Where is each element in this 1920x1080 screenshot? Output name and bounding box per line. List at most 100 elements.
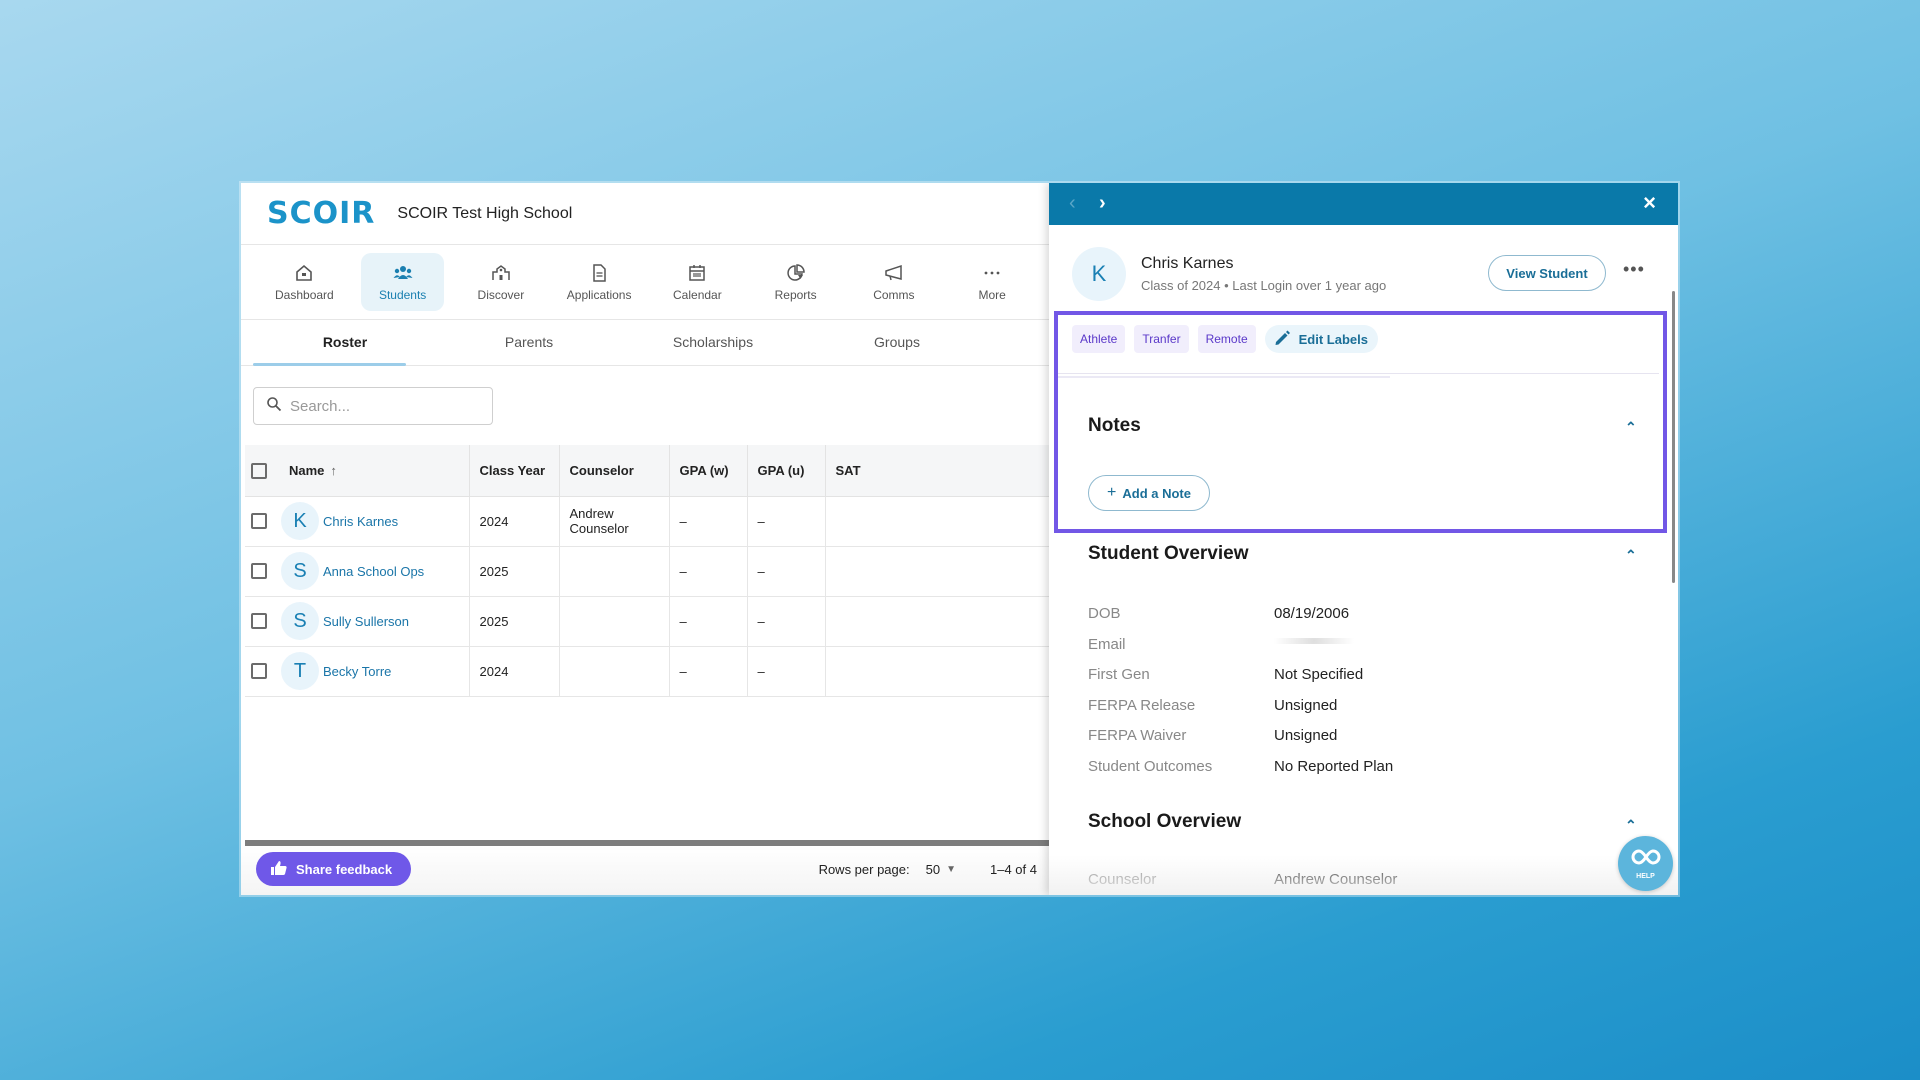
page-range: 1–4 of 4 — [990, 862, 1037, 877]
chevron-left-icon[interactable]: ‹ — [1069, 192, 1076, 215]
gpa-u-cell: – — [747, 646, 826, 697]
search-input[interactable] — [290, 397, 480, 415]
home-icon — [294, 262, 314, 284]
active-tab-indicator — [253, 363, 406, 366]
nav-label: More — [978, 288, 1006, 302]
gpa-u-cell: – — [747, 546, 826, 597]
vertical-scrollbar[interactable] — [1672, 291, 1675, 583]
student-avatar: K — [1072, 247, 1126, 301]
rows-per-page-select[interactable]: 50 — [926, 862, 940, 877]
avatar: K — [281, 502, 319, 540]
main-nav: Dashboard Students Discover Applications — [241, 245, 1049, 320]
nav-comms[interactable]: Comms — [853, 253, 936, 311]
column-header-sat[interactable]: SAT — [825, 445, 1049, 497]
scoir-logo[interactable]: SCOIR — [267, 196, 375, 231]
column-header-counselor[interactable]: Counselor — [559, 445, 670, 497]
column-header-gpa-u[interactable]: GPA (u) — [747, 445, 826, 497]
select-all-checkbox[interactable] — [251, 462, 267, 479]
counselor-cell — [559, 646, 670, 697]
sat-cell — [825, 646, 1049, 697]
row-checkbox[interactable] — [251, 663, 267, 680]
megaphone-icon — [884, 262, 904, 284]
field-row: FERPA Waiver Unsigned — [1088, 727, 1338, 744]
email-value-redacted — [1274, 638, 1354, 644]
class-year-cell: 2025 — [469, 596, 560, 647]
chevron-up-icon[interactable]: ⌃ — [1625, 817, 1637, 834]
roster-table: Name ↑ Class Year Counselor GPA (w) GPA (… — [245, 445, 1049, 697]
field-row: FERPA Release Unsigned — [1088, 697, 1338, 714]
nav-more[interactable]: More — [951, 253, 1034, 311]
row-checkbox[interactable] — [251, 613, 267, 630]
table-row[interactable]: S Sully Sullerson 2025 – – — [245, 596, 1049, 647]
column-header-name[interactable]: Name ↑ — [279, 445, 470, 497]
main-panel: SCOIR SCOIR Test High School Dashboard S… — [241, 183, 1049, 895]
school-overview-title: School Overview — [1088, 811, 1242, 832]
table-header-row: Name ↑ Class Year Counselor GPA (w) GPA (… — [245, 445, 1049, 497]
nav-label: Comms — [873, 288, 915, 302]
thumbs-up-icon — [270, 859, 296, 880]
nav-label: Applications — [566, 288, 632, 302]
nav-discover[interactable]: Discover — [460, 253, 543, 311]
nav-reports[interactable]: Reports — [754, 253, 837, 311]
gpa-u-cell: – — [747, 496, 826, 547]
student-name-link[interactable]: Anna School Ops — [323, 564, 424, 579]
table-row[interactable]: K Chris Karnes 2024 Andrew Counselor – – — [245, 496, 1049, 547]
tab-roster[interactable]: Roster — [253, 320, 437, 365]
nav-students[interactable]: Students — [361, 253, 444, 311]
class-year-cell: 2025 — [469, 546, 560, 597]
pagination: Rows per page: 50 ▼ 1–4 of 4 — [819, 862, 1037, 877]
nav-label: Reports — [774, 288, 817, 302]
student-drawer: ‹ › × K Chris Karnes Class of 2024 • Las… — [1049, 183, 1678, 895]
gpa-w-cell: – — [669, 596, 748, 647]
gpa-u-cell: – — [747, 596, 826, 647]
close-icon[interactable]: × — [1643, 190, 1656, 216]
table-row[interactable]: T Becky Torre 2024 – – — [245, 646, 1049, 697]
field-row: First Gen Not Specified — [1088, 666, 1364, 683]
avatar: S — [281, 552, 319, 590]
student-name-link[interactable]: Becky Torre — [323, 664, 391, 679]
help-button[interactable]: HELP — [1618, 836, 1673, 891]
tab-scholarships[interactable]: Scholarships — [621, 320, 805, 365]
gpa-w-cell: – — [669, 496, 748, 547]
nav-label: Dashboard — [275, 288, 334, 302]
more-options-icon[interactable]: ••• — [1623, 259, 1645, 280]
table-row[interactable]: S Anna School Ops 2025 – – — [245, 546, 1049, 597]
select-all-cell — [245, 445, 279, 497]
field-row: Student Outcomes No Reported Plan — [1088, 758, 1394, 775]
sat-cell — [825, 596, 1049, 647]
class-year-cell: 2024 — [469, 496, 560, 547]
chevron-up-icon[interactable]: ⌃ — [1625, 547, 1637, 564]
view-student-button[interactable]: View Student — [1488, 255, 1606, 291]
avatar: T — [281, 652, 319, 690]
avatar: S — [281, 602, 319, 640]
calendar-icon — [687, 262, 707, 284]
app-window: SCOIR SCOIR Test High School Dashboard S… — [241, 183, 1678, 895]
sat-cell — [825, 546, 1049, 597]
nav-calendar[interactable]: Calendar — [656, 253, 739, 311]
row-checkbox[interactable] — [251, 513, 267, 530]
people-icon — [393, 262, 413, 284]
rows-per-page-label: Rows per page: — [818, 862, 910, 877]
gpa-w-cell: – — [669, 646, 748, 697]
drawer-header: ‹ › × — [1049, 183, 1678, 225]
student-name-link[interactable]: Sully Sullerson — [323, 614, 409, 629]
nav-dashboard[interactable]: Dashboard — [263, 253, 346, 311]
student-name-link[interactable]: Chris Karnes — [323, 514, 398, 529]
sat-cell — [825, 496, 1049, 547]
search-box[interactable] — [253, 387, 493, 425]
column-header-gpa-w[interactable]: GPA (w) — [669, 445, 748, 497]
school-name: SCOIR Test High School — [397, 204, 573, 222]
document-icon — [589, 262, 609, 284]
share-feedback-button[interactable]: Share feedback — [256, 852, 411, 886]
tab-groups[interactable]: Groups — [805, 320, 989, 365]
row-checkbox[interactable] — [251, 563, 267, 580]
nav-label: Discover — [477, 288, 525, 302]
counselor-cell — [559, 596, 670, 647]
tab-parents[interactable]: Parents — [437, 320, 621, 365]
chevron-right-icon[interactable]: › — [1099, 192, 1106, 215]
more-horizontal-icon — [982, 262, 1002, 284]
caret-down-icon[interactable]: ▼ — [946, 864, 956, 875]
nav-applications[interactable]: Applications — [558, 253, 641, 311]
column-header-class-year[interactable]: Class Year — [469, 445, 560, 497]
field-row: Counselor Andrew Counselor — [1088, 871, 1398, 888]
